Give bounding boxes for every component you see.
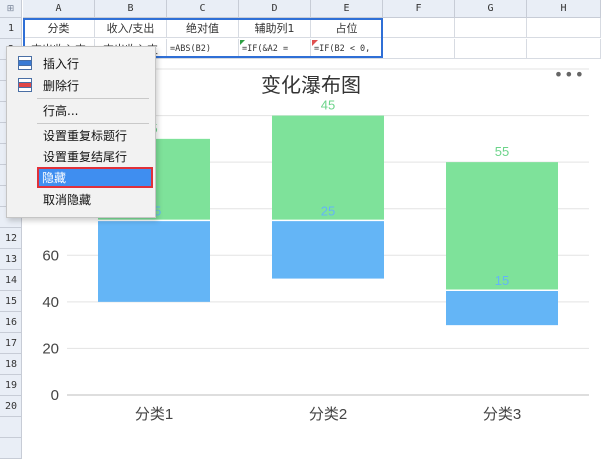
row-number: 18 xyxy=(4,359,18,370)
menu-delete-row[interactable]: 删除行 xyxy=(7,75,153,96)
menu-unhide[interactable]: 取消隐藏 xyxy=(7,189,153,210)
y-tick-label: 0 xyxy=(51,387,59,404)
y-tick-label: 60 xyxy=(42,247,59,264)
row-number: 19 xyxy=(4,380,18,391)
column-header[interactable]: F xyxy=(383,0,455,18)
y-tick-label: 40 xyxy=(42,294,59,311)
chart-more-icon[interactable]: ••• xyxy=(554,65,585,84)
x-tick-label: 分类3 xyxy=(483,406,521,423)
cell[interactable] xyxy=(383,39,455,59)
row-context-menu: 插入行 删除行 行高... 设置重复标题行 设置重复结尾行 隐藏 取消隐藏 xyxy=(6,46,156,218)
row-number: 16 xyxy=(4,317,18,328)
cell[interactable]: =ABS(B2) xyxy=(167,39,239,59)
insert-row-icon xyxy=(18,56,32,70)
menu-unhide-label: 取消隐藏 xyxy=(43,193,92,207)
menu-delete-row-label: 删除行 xyxy=(43,79,80,93)
row-number: 14 xyxy=(4,275,18,286)
cell[interactable] xyxy=(527,39,601,59)
x-tick-label: 分类2 xyxy=(309,406,347,423)
column-header[interactable]: E xyxy=(311,0,383,18)
x-tick-label: 分类1 xyxy=(135,406,173,423)
data-label-upper: 45 xyxy=(321,98,335,113)
menu-repeat-header-row[interactable]: 设置重复标题行 xyxy=(7,125,153,146)
row-header[interactable] xyxy=(0,438,22,459)
cell[interactable] xyxy=(455,18,527,38)
menu-separator xyxy=(37,98,149,99)
column-header[interactable]: G xyxy=(455,0,527,18)
cell[interactable]: 分类 xyxy=(23,18,95,38)
bar-segment-lower xyxy=(272,220,384,279)
menu-separator xyxy=(37,123,149,124)
data-label-lower: 25 xyxy=(321,203,335,218)
row-number: 12 xyxy=(4,233,18,244)
cell[interactable] xyxy=(527,18,601,38)
column-header[interactable]: D xyxy=(239,0,311,18)
cell[interactable]: 占位 xyxy=(311,18,383,38)
bar-segment-upper xyxy=(446,162,558,291)
formula-marker-icon xyxy=(240,40,245,45)
cell[interactable]: =IF(B2 < 0, xyxy=(311,39,383,59)
cell[interactable]: 收入/支出 xyxy=(95,18,167,38)
column-header[interactable]: A xyxy=(23,0,95,18)
cell[interactable]: =IF(&A2 = xyxy=(239,39,311,59)
data-label-lower: 15 xyxy=(495,273,509,288)
column-header[interactable]: C xyxy=(167,0,239,18)
row-number: 15 xyxy=(4,296,18,307)
data-label-upper: 55 xyxy=(495,144,509,159)
row-number: 20 xyxy=(4,401,18,412)
cell[interactable]: 辅助列1 xyxy=(239,18,311,38)
menu-insert-row[interactable]: 插入行 xyxy=(7,53,153,74)
row-number: 1 xyxy=(7,23,15,34)
cell[interactable] xyxy=(383,18,455,38)
bar-segment-lower xyxy=(446,290,558,326)
menu-repeat-header-row-label: 设置重复标题行 xyxy=(43,129,128,143)
row-number: 17 xyxy=(4,338,18,349)
row-header[interactable] xyxy=(0,417,22,438)
menu-row-height[interactable]: 行高... xyxy=(7,100,153,121)
delete-row-icon xyxy=(18,78,32,92)
menu-row-height-label: 行高... xyxy=(43,104,79,118)
row-number: 13 xyxy=(4,254,18,265)
bar-segment-lower xyxy=(98,220,210,302)
menu-repeat-footer-row[interactable]: 设置重复结尾行 xyxy=(7,146,153,167)
column-header[interactable]: B xyxy=(95,0,167,18)
error-flag-icon xyxy=(312,40,318,46)
cell[interactable]: 绝对值 xyxy=(167,18,239,38)
cell[interactable] xyxy=(455,39,527,59)
y-tick-label: 20 xyxy=(42,340,59,357)
select-all-corner[interactable]: ⊞ xyxy=(0,0,22,18)
column-header[interactable]: H xyxy=(527,0,601,18)
menu-hide[interactable]: 隐藏 xyxy=(37,167,153,188)
menu-hide-label: 隐藏 xyxy=(42,171,67,185)
menu-insert-row-label: 插入行 xyxy=(43,57,80,71)
menu-repeat-footer-row-label: 设置重复结尾行 xyxy=(43,150,128,164)
